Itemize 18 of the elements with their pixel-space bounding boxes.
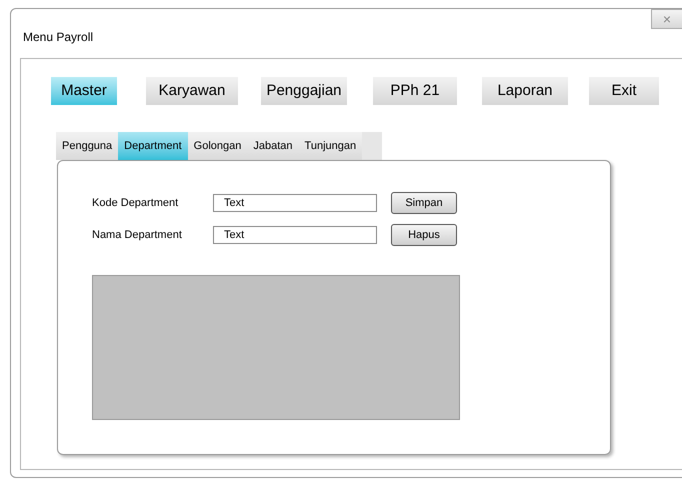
action-button[interactable]: Hapus — [391, 224, 457, 246]
tab[interactable]: Pengguna — [56, 132, 118, 160]
action-button[interactable]: Simpan — [391, 192, 457, 214]
text-field[interactable]: Text — [213, 194, 377, 212]
menu-button[interactable]: Karyawan — [146, 77, 238, 105]
tab[interactable]: Department — [118, 132, 188, 160]
window-title: Menu Payroll — [23, 30, 94, 44]
menu-button[interactable]: Exit — [589, 77, 659, 105]
text-field[interactable]: Text — [213, 226, 377, 244]
menu-button[interactable]: Master — [51, 77, 117, 105]
tab[interactable]: Tunjungan — [298, 132, 362, 160]
menu-button[interactable]: Penggajian — [261, 77, 347, 105]
field-label: Nama Department — [92, 228, 183, 243]
tab[interactable]: Golongan — [188, 132, 248, 160]
tab[interactable]: Jabatan — [247, 132, 299, 160]
field-label: Kode Department — [92, 196, 180, 211]
menu-button[interactable]: PPh 21 — [373, 77, 457, 105]
menu-button[interactable]: Laporan — [482, 77, 568, 105]
